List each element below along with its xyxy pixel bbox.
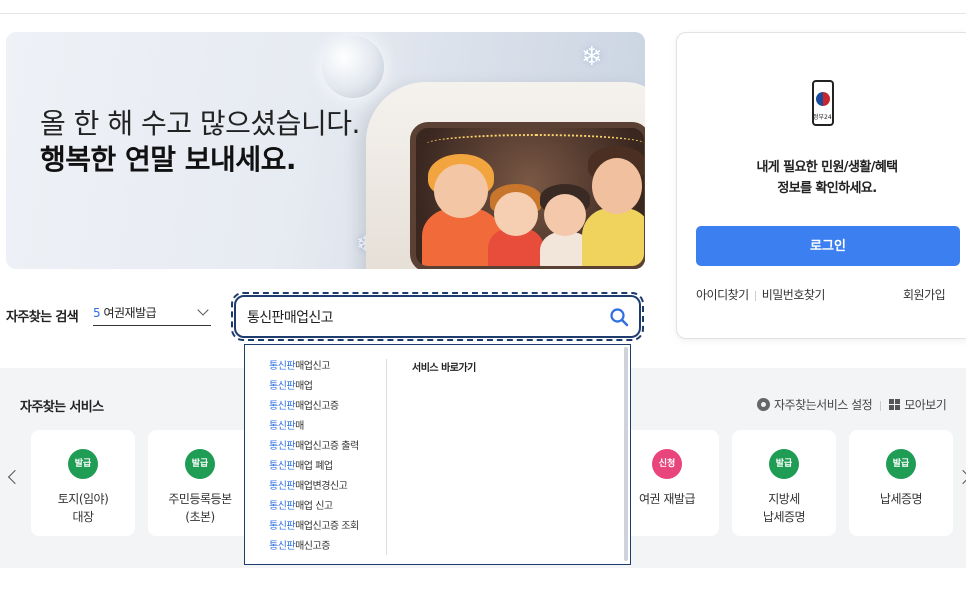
issue-badge: 발급 xyxy=(68,449,98,479)
services-settings-link[interactable]: 자주찾는서비스 설정 xyxy=(774,398,873,412)
suggestion-item[interactable]: 통신판매업신고증 출력 xyxy=(269,439,359,459)
suggestion-rest: 매업신고증 조회 xyxy=(295,521,359,532)
suggestion-match: 통신판 xyxy=(269,481,296,492)
banner-line-1: 올 한 해 수고 많으셨습니다. xyxy=(40,107,360,140)
gov24-logo-icon: 정부24 xyxy=(812,80,834,126)
search-input[interactable] xyxy=(247,305,587,329)
issue-badge: 발급 xyxy=(185,449,215,479)
gear-icon[interactable] xyxy=(757,398,770,411)
services-controls: 자주찾는서비스 설정 모아보기 xyxy=(757,396,947,413)
account-links: 아이디찾기 비밀번호찾기 xyxy=(696,286,825,303)
hero-banner[interactable]: 올 한 해 수고 많으셨습니다. 행복한 연말 보내세요. ❄ ❄ ❄ xyxy=(6,32,645,269)
suggestion-list: 통신판매업신고 통신판매업 통신판매업신고증 통신판매 통신판매업신고증 출력 … xyxy=(269,359,359,559)
top-nav-border xyxy=(0,0,966,14)
service-name-line-1: 토지(임야) xyxy=(57,492,109,506)
suggestion-match: 통신판 xyxy=(269,401,296,412)
suggestion-rest: 매업변경신고 xyxy=(295,481,348,492)
suggestion-item[interactable]: 통신판매업신고 xyxy=(269,359,359,379)
frequent-search-value: 여권재발급 xyxy=(103,306,157,320)
issue-badge: 발급 xyxy=(769,449,799,479)
service-name-line-2: 대장 xyxy=(72,510,94,524)
find-password-link[interactable]: 비밀번호찾기 xyxy=(762,288,826,302)
suggestion-match: 통신판 xyxy=(269,541,296,552)
suggestion-rest: 매업신고증 출력 xyxy=(295,441,359,452)
login-message-line-1: 내게 필요한 민원/생활/혜택 xyxy=(756,160,898,175)
apply-badge: 신청 xyxy=(652,449,682,479)
suggestion-rest: 매업신고 xyxy=(295,361,330,372)
snowflake-icon: ❄ xyxy=(581,42,603,72)
logo-text: 정부24 xyxy=(813,114,832,121)
search-box xyxy=(231,292,644,341)
suggestion-rest: 매업 xyxy=(295,381,313,392)
signup-link[interactable]: 회원가입 xyxy=(903,286,946,303)
service-name: 납세증명 xyxy=(849,490,953,508)
suggestion-match: 통신판 xyxy=(269,501,296,512)
suggestion-item[interactable]: 통신판매신고증 xyxy=(269,539,359,559)
service-name: 토지(임야) 대장 xyxy=(31,490,135,526)
suggestion-item[interactable]: 통신판매업신고증 xyxy=(269,399,359,419)
login-panel: 정부24 내게 필요한 민원/생활/혜택 정보를 확인하세요. 로그인 아이디찾… xyxy=(676,32,966,339)
suggestion-item[interactable]: 통신판매업변경신고 xyxy=(269,479,359,499)
suggestion-item[interactable]: 통신판매업신고증 조회 xyxy=(269,519,359,539)
service-shortcut-title: 서비스 바로가기 xyxy=(412,363,476,374)
login-button[interactable]: 로그인 xyxy=(696,226,960,266)
service-card[interactable]: 발급 납세증명 xyxy=(849,430,953,536)
find-id-link[interactable]: 아이디찾기 xyxy=(696,288,749,302)
service-name-line-2: 납세증명 xyxy=(762,510,806,524)
suggestion-match: 통신판 xyxy=(269,361,296,372)
search-icon[interactable] xyxy=(609,307,629,327)
divider xyxy=(880,400,882,411)
suggestion-match: 통신판 xyxy=(269,421,296,432)
taegeuk-emblem-icon xyxy=(816,92,830,106)
issue-badge: 발급 xyxy=(886,449,916,479)
suggestion-rest: 매업 신고 xyxy=(295,501,333,512)
suggestion-item[interactable]: 통신판매업 xyxy=(269,379,359,399)
chevron-down-icon xyxy=(197,304,209,316)
column-divider xyxy=(386,359,387,555)
suggestion-match: 통신판 xyxy=(269,461,296,472)
caravan-window xyxy=(410,122,645,269)
service-name-line-1: 지방세 xyxy=(768,492,800,506)
suggestion-match: 통신판 xyxy=(269,441,296,452)
suggestion-item[interactable]: 통신판매업 신고 xyxy=(269,499,359,519)
suggestion-rest: 매업신고증 xyxy=(295,401,339,412)
autocomplete-dropdown: 통신판매업신고 통신판매업 통신판매업신고증 통신판매 통신판매업신고증 출력 … xyxy=(244,344,631,565)
service-name-line-1: 납세증명 xyxy=(879,492,923,506)
login-message-line-2: 정보를 확인하세요. xyxy=(777,181,877,196)
frequent-search-rank: 5 xyxy=(93,306,101,320)
suggestion-rest: 매 xyxy=(295,421,304,432)
suggestion-match: 통신판 xyxy=(269,521,296,532)
suggestion-match: 통신판 xyxy=(269,381,296,392)
suggestion-rest: 매업 폐업 xyxy=(295,461,333,472)
service-card[interactable]: 발급 지방세 납세증명 xyxy=(732,430,836,536)
service-name: 주민등록등본 (초본) xyxy=(148,490,252,526)
suggestion-item[interactable]: 통신판매 xyxy=(269,419,359,439)
moon-illustration xyxy=(322,36,384,98)
divider xyxy=(754,290,756,301)
service-card[interactable]: 발급 주민등록등본 (초본) xyxy=(148,430,252,536)
service-name: 지방세 납세증명 xyxy=(732,490,836,526)
services-title: 자주찾는 서비스 xyxy=(20,400,104,415)
grid-icon[interactable] xyxy=(889,399,901,410)
service-name-line-2: (초본) xyxy=(185,510,215,524)
frequent-search-select[interactable]: 5 여권재발급 xyxy=(93,304,211,326)
suggestion-rest: 매신고증 xyxy=(295,541,330,552)
login-message: 내게 필요한 민원/생활/혜택 정보를 확인하세요. xyxy=(677,157,966,199)
service-card[interactable]: 발급 토지(임야) 대장 xyxy=(31,430,135,536)
frequent-search-label: 자주찾는 검색 xyxy=(6,310,79,325)
service-name-line-1: 주민등록등본 xyxy=(168,492,232,506)
caravan-illustration xyxy=(366,82,645,269)
collect-view-link[interactable]: 모아보기 xyxy=(904,398,947,412)
scrollbar[interactable] xyxy=(624,347,628,561)
suggestion-item[interactable]: 통신판매업 폐업 xyxy=(269,459,359,479)
banner-line-2: 행복한 연말 보내세요. xyxy=(40,143,296,176)
